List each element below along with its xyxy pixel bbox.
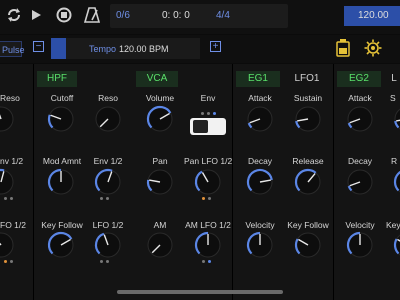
label-hpf-lfo: LFO 1/2 [92, 220, 124, 230]
knob-eg1-decay[interactable] [245, 167, 275, 197]
label-vca-pan-lfo: Pan LFO 1/2 [184, 156, 233, 166]
env-select-dots [199, 112, 217, 115]
knob-eg2-key-follow[interactable] [392, 230, 400, 260]
toggle-thumb [193, 120, 208, 133]
hpf-lfo-dots [98, 260, 110, 263]
preset-name[interactable]: Pulse [0, 41, 25, 57]
tempo-slider-label: Tempo [89, 44, 117, 54]
label-eg1-velocity: Velocity [245, 220, 275, 230]
battery-icon[interactable] [336, 39, 350, 57]
partial-label-lfo: FO 1/2 [0, 220, 26, 230]
label-eg1-key-follow: Key Follow [287, 220, 329, 230]
tab-eg2[interactable]: EG2 [337, 71, 381, 87]
step-counter: 0/6 [116, 10, 130, 21]
vca-pan-lfo-dots [200, 197, 212, 200]
knob-hpf-reso[interactable] [93, 104, 123, 134]
vca-env-toggle[interactable] [190, 118, 226, 135]
label-hpf-env: Env 1/2 [93, 156, 123, 166]
partial-env-dots [2, 197, 14, 200]
label-vca-env: Env [200, 93, 216, 103]
stop-icon[interactable] [54, 5, 74, 25]
knob-eg2-release[interactable] [392, 167, 400, 197]
knob-eg2-sustain[interactable] [392, 104, 400, 134]
label-eg2-decay: Decay [347, 156, 373, 166]
label-hpf-key-follow: Key Follow [41, 220, 83, 230]
tab-hpf[interactable]: HPF [37, 71, 77, 87]
hpf-env-dots [98, 197, 110, 200]
label-hpf-mod-amnt: Mod Amnt [42, 156, 82, 166]
knob-partial-env[interactable] [0, 167, 16, 197]
knob-eg1-release[interactable] [293, 167, 323, 197]
metronome-icon[interactable] [82, 5, 102, 25]
transport-bar: 0/6 0: 0: 0 4/4 120.00 [0, 0, 400, 34]
knob-eg2-attack[interactable] [345, 104, 375, 134]
knob-eg2-decay[interactable] [345, 167, 375, 197]
play-icon[interactable] [26, 5, 46, 25]
settings-icon[interactable] [364, 39, 382, 57]
partial-label-reso: Reso [0, 93, 20, 103]
label-eg1-decay: Decay [247, 156, 273, 166]
vca-am-lfo-dots [200, 260, 212, 263]
knob-hpf-env[interactable] [93, 167, 123, 197]
knob-hpf-mod-amnt[interactable] [46, 167, 76, 197]
time-signature: 4/4 [216, 10, 230, 21]
knob-eg1-attack[interactable] [245, 104, 275, 134]
knob-eg2-velocity[interactable] [345, 230, 375, 260]
label-eg2-attack: Attack [348, 93, 372, 103]
tab-lfo1[interactable]: LFO1 [285, 71, 329, 87]
knob-hpf-key-follow[interactable] [46, 230, 76, 260]
knob-eg1-velocity[interactable] [245, 230, 275, 260]
increment-button[interactable]: + [210, 41, 221, 52]
label-eg1-release: Release [292, 156, 324, 166]
label-hpf-reso: Reso [98, 93, 118, 103]
transport-display: 0/6 0: 0: 0 4/4 120.00 [110, 4, 400, 28]
partial-label-env: nv 1/2 [0, 156, 24, 166]
time-display: 0: 0: 0 [162, 10, 190, 21]
label-eg1-sustain: Sustain [293, 93, 323, 103]
label-vca-pan: Pan [152, 156, 168, 166]
label-eg2-key-follow: Key [386, 220, 400, 230]
label-eg1-attack: Attack [248, 93, 272, 103]
tempo-slider-value: 120.00 BPM [119, 44, 169, 54]
partial-lfo-dots [2, 260, 14, 263]
knob-vca-am[interactable] [145, 230, 175, 260]
knob-partial-lfo[interactable] [0, 230, 16, 260]
tab-vca[interactable]: VCA [136, 71, 178, 87]
knob-vca-am-lfo[interactable] [193, 230, 223, 260]
label-vca-volume: Volume [145, 93, 175, 103]
tempo-bar: Pulse − Tempo 120.00 BPM + [0, 35, 400, 63]
label-hpf-cutoff: Cutoff [50, 93, 74, 103]
loop-icon[interactable] [4, 5, 24, 25]
label-eg2-release: R [391, 156, 398, 166]
label-vca-am: AM [153, 220, 167, 230]
label-eg2-velocity: Velocity [345, 220, 375, 230]
label-vca-am-lfo: AM LFO 1/2 [185, 220, 231, 230]
label-eg2-sustain: S [390, 93, 396, 103]
tempo-slider-fill [51, 38, 66, 59]
knob-vca-volume[interactable] [145, 104, 175, 134]
knob-hpf-lfo[interactable] [93, 230, 123, 260]
home-indicator [117, 290, 283, 294]
knob-hpf-cutoff[interactable] [46, 104, 76, 134]
knob-vca-pan-lfo[interactable] [193, 167, 223, 197]
tempo-display[interactable]: 120.00 [344, 6, 400, 26]
knob-eg1-sustain[interactable] [293, 104, 323, 134]
knob-partial-reso[interactable] [0, 104, 16, 134]
knob-eg1-key-follow[interactable] [293, 230, 323, 260]
knob-vca-pan[interactable] [145, 167, 175, 197]
decrement-button[interactable]: − [33, 41, 44, 52]
tab-eg1[interactable]: EG1 [236, 71, 280, 87]
tab-partial-right[interactable]: L [388, 71, 400, 87]
tempo-value: 120.00 [358, 10, 389, 21]
tempo-slider[interactable]: Tempo 120.00 BPM [51, 38, 200, 59]
